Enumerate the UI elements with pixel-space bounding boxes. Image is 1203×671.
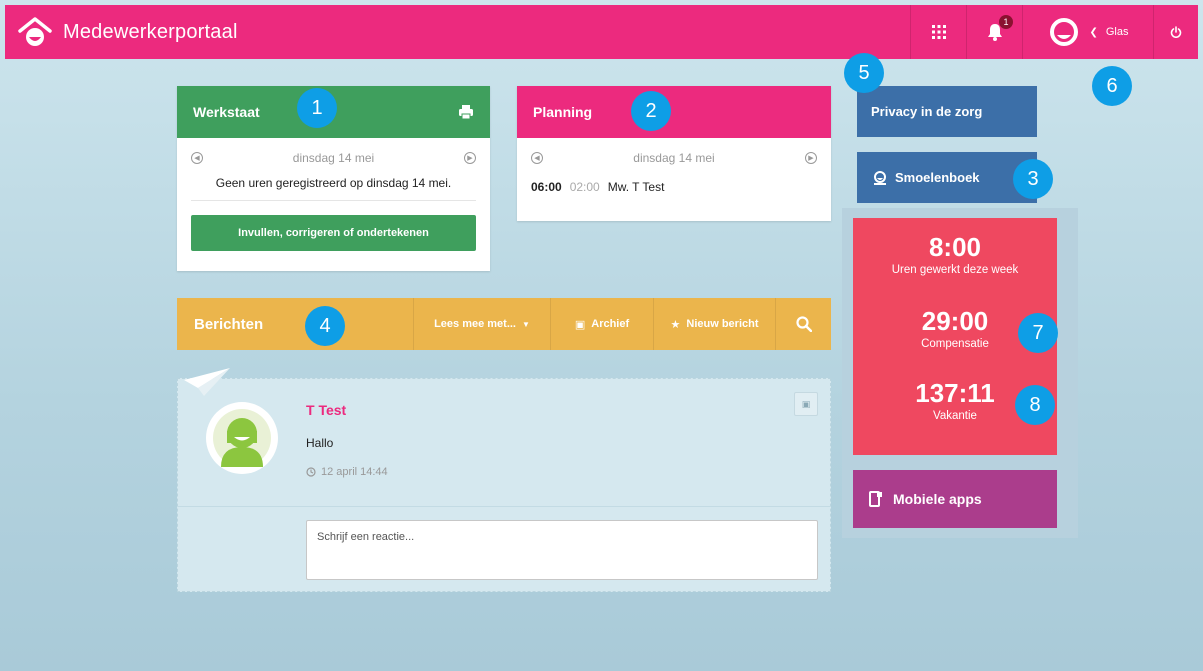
apps-grid-button[interactable] [910, 5, 966, 59]
top-bar: Medewerkerportaal 1 ❮ Glas [5, 5, 1198, 59]
message-author[interactable]: T Test [306, 402, 346, 418]
message-divider [178, 506, 830, 507]
callout-3: 3 [1013, 159, 1053, 199]
callout-6: 6 [1092, 66, 1132, 106]
user-avatar-icon [1050, 18, 1079, 46]
planning-entry[interactable]: 06:00 02:00 Mw. T Test [517, 165, 831, 194]
archive-icon: ▣ [574, 318, 586, 331]
avatar [206, 402, 278, 474]
user-name: Glas [1105, 26, 1129, 38]
caret-down-icon: ▼ [522, 319, 530, 329]
prev-day-icon[interactable]: ◀ [531, 152, 543, 164]
werkstaat-empty-text: Geen uren geregistreerd op dinsdag 14 me… [191, 176, 476, 201]
smoelenboek-button[interactable]: Smoelenboek [857, 152, 1037, 203]
user-avatar-icon [213, 409, 271, 467]
reply-input[interactable] [306, 520, 818, 580]
next-day-icon[interactable]: ▶ [463, 152, 476, 164]
planning-card: Planning ◀ dinsdag 14 mei ▶ 06:00 02:00 … [517, 86, 831, 221]
print-icon[interactable] [458, 104, 474, 120]
callout-8: 8 [1015, 385, 1055, 425]
mobile-apps-label: Mobiele apps [893, 491, 982, 507]
planning-title: Planning [533, 104, 593, 120]
planning-client-name: Mw. T Test [607, 180, 665, 194]
notifications-button[interactable]: 1 [966, 5, 1022, 59]
chevron-down-icon: ❮ [1089, 26, 1098, 38]
read-along-label: Lees mee met... [434, 318, 516, 330]
message-archive-button[interactable]: ▣ [794, 392, 818, 416]
next-day-icon[interactable]: ▶ [804, 152, 817, 164]
planning-header: Planning [517, 86, 831, 138]
stat-worked: 8:00 Uren gewerkt deze week [853, 232, 1057, 276]
stat-worked-label: Uren gewerkt deze week [891, 264, 1019, 276]
read-along-dropdown[interactable]: Lees mee met... ▼ [413, 298, 550, 350]
planning-date: dinsdag 14 mei [633, 151, 715, 165]
werkstaat-date-row: ◀ dinsdag 14 mei ▶ [177, 138, 490, 165]
smoelenboek-label: Smoelenboek [895, 170, 980, 185]
message-time: 12 april 14:44 [321, 466, 388, 478]
home-logo-icon [18, 17, 52, 46]
callout-2: 2 [631, 91, 671, 131]
stat-worked-value: 8:00 [928, 232, 982, 262]
archive-button[interactable]: ▣ Archief [550, 298, 653, 350]
berichten-title: Berichten [194, 315, 264, 333]
user-menu[interactable]: ❮ Glas [1022, 5, 1153, 59]
message-card: T Test Hallo 12 april 14:44 ▣ [177, 378, 831, 592]
search-icon [795, 316, 812, 332]
werkstaat-date: dinsdag 14 mei [292, 151, 375, 165]
message-timestamp: 12 april 14:44 [306, 466, 388, 478]
privacy-label: Privacy in de zorg [871, 104, 983, 119]
notification-badge: 1 [999, 15, 1013, 29]
new-message-button[interactable]: ★ Nieuw bericht [653, 298, 775, 350]
face-book-icon [874, 170, 886, 185]
callout-4: 4 [305, 306, 345, 346]
grid-icon [931, 25, 946, 39]
app-title: Medewerkerportaal [63, 20, 238, 43]
mobile-apps-button[interactable]: Mobiele apps [853, 470, 1057, 528]
archive-label: Archief [591, 318, 630, 330]
archive-icon: ▣ [801, 398, 811, 409]
brand[interactable]: Medewerkerportaal [5, 5, 238, 59]
callout-7: 7 [1018, 313, 1058, 353]
star-icon: ★ [670, 318, 681, 331]
callout-1: 1 [297, 88, 337, 128]
power-icon [1170, 26, 1182, 38]
planning-end-time: 02:00 [569, 180, 600, 194]
fill-in-button[interactable]: Invullen, corrigeren of ondertekenen [191, 215, 476, 251]
mobile-phone-icon [869, 491, 882, 507]
logout-button[interactable] [1153, 5, 1198, 59]
callout-5: 5 [844, 53, 884, 93]
berichten-bar: Berichten Lees mee met... ▼ ▣ Archief ★ … [177, 298, 831, 350]
planning-date-row: ◀ dinsdag 14 mei ▶ [517, 138, 831, 165]
planning-start-time: 06:00 [531, 180, 562, 194]
paper-plane-icon [184, 368, 230, 396]
privacy-button[interactable]: Privacy in de zorg [857, 86, 1037, 137]
werkstaat-title: Werkstaat [193, 104, 260, 120]
clock-icon [306, 467, 316, 477]
message-text: Hallo [306, 436, 334, 450]
search-button[interactable] [775, 298, 831, 350]
prev-day-icon[interactable]: ◀ [191, 152, 203, 164]
new-message-label: Nieuw bericht [686, 318, 759, 330]
